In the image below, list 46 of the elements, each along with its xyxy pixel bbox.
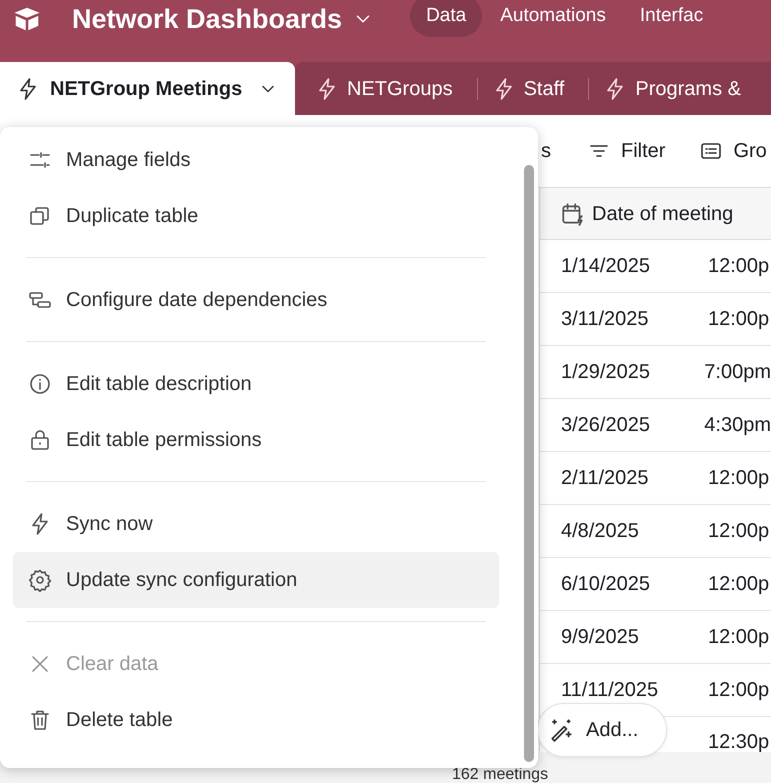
toolbar-button[interactable]: Gro xyxy=(699,136,767,166)
date-cell: 1/14/2025 xyxy=(561,255,650,277)
time-cell: 12:00p xyxy=(708,520,770,542)
time-cell: 12:30p xyxy=(708,731,770,752)
base-title: Network Dashboards xyxy=(72,2,342,36)
scrollbar-thumb[interactable] xyxy=(524,165,534,762)
time-cell: 12:00p xyxy=(708,467,770,489)
copy-icon xyxy=(28,204,52,228)
menu-item[interactable]: Delete table xyxy=(13,692,499,748)
nav-tab[interactable]: Interfac xyxy=(624,0,720,37)
date-cell: 4/8/2025 xyxy=(561,520,639,542)
table-tab[interactable]: NETGroups xyxy=(315,74,463,104)
toolbar-button[interactable]: s xyxy=(541,136,551,166)
gear-icon xyxy=(28,568,52,592)
time-cell: 7:00pm xyxy=(704,361,771,383)
table-tab[interactable]: Programs & xyxy=(603,74,751,104)
menu-item[interactable]: Duplicate table xyxy=(13,188,499,244)
menu-item[interactable]: Update sync configuration xyxy=(13,552,499,608)
nav-tab[interactable]: Automations xyxy=(484,0,622,37)
menu-item[interactable]: Sync now xyxy=(13,496,499,552)
add-button[interactable]: Add... xyxy=(537,703,667,757)
info-icon xyxy=(28,372,52,396)
date-cell: 6/10/2025 xyxy=(561,573,650,595)
menu-item[interactable]: Configure date dependencies xyxy=(13,272,499,328)
nav-tab[interactable]: Data xyxy=(410,0,482,37)
date-cell: 3/11/2025 xyxy=(561,308,648,330)
table-tab[interactable]: Staff xyxy=(492,74,574,104)
lock-icon xyxy=(28,428,52,452)
menu-item[interactable]: Edit table description xyxy=(13,356,499,412)
date-cell: 11/11/2025 xyxy=(561,679,658,701)
date-cell: 9/9/2025 xyxy=(561,626,639,648)
table-tab[interactable]: NETGroup Meetings xyxy=(0,62,295,115)
time-cell: 4:30pm xyxy=(704,414,771,436)
menu-item[interactable]: Manage fields xyxy=(13,132,499,188)
time-cell: 12:00p xyxy=(708,573,770,595)
toolbar-button[interactable]: Filter xyxy=(587,136,666,166)
time-cell: 12:00p xyxy=(708,626,770,648)
date-cell: 3/26/2025 xyxy=(561,414,650,436)
date-cell: 1/29/2025 xyxy=(561,361,650,383)
date-cell: 2/11/2025 xyxy=(561,467,648,489)
menu-item[interactable]: Edit table permissions xyxy=(13,412,499,468)
time-cell: 12:00p xyxy=(708,255,770,277)
record-count: 162 meetings xyxy=(452,767,548,783)
time-cell: 12:00p xyxy=(708,679,770,701)
column-header-label: Date of meeting xyxy=(592,202,734,226)
time-cell: 12:00p xyxy=(708,308,770,330)
